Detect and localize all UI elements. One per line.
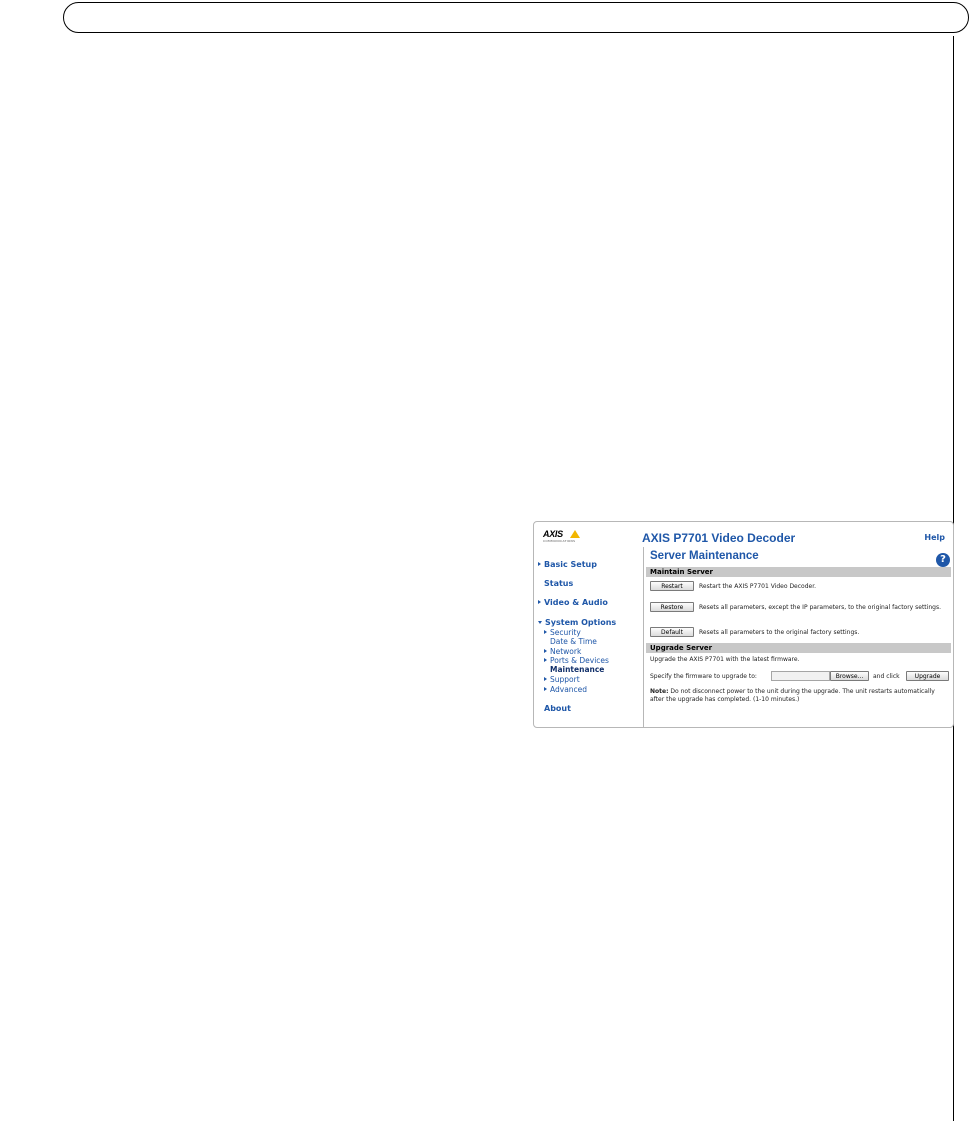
main-content: Server Maintenance ? Maintain Server Res… xyxy=(645,547,953,727)
and-click-label: and click xyxy=(873,673,900,680)
arrow-right-icon xyxy=(538,562,541,566)
arrow-right-icon xyxy=(538,600,541,604)
arrow-right-icon xyxy=(544,677,547,681)
default-description: Resets all parameters to the original fa… xyxy=(699,629,860,636)
upgrade-intro: Upgrade the AXIS P7701 with the latest f… xyxy=(650,656,800,663)
firmware-file-input[interactable] xyxy=(771,671,830,681)
logo-text: AXIS xyxy=(543,529,563,539)
page-header-bar xyxy=(63,2,969,33)
restart-description: Restart the AXIS P7701 Video Decoder. xyxy=(699,583,817,590)
sidebar-subitem-advanced[interactable]: Advanced xyxy=(544,685,587,694)
specify-firmware-label: Specify the firmware to upgrade to: xyxy=(650,673,757,680)
arrow-right-icon xyxy=(544,658,547,662)
browse-button[interactable]: Browse... xyxy=(830,671,869,681)
sidebar-item-about[interactable]: About xyxy=(544,704,571,713)
sidebar-subitem-support[interactable]: Support xyxy=(544,675,580,684)
arrow-right-icon xyxy=(544,630,547,634)
sidebar-subitem-ports-devices[interactable]: Ports & Devices xyxy=(544,656,609,665)
interface-header: AXIS COMMUNICATIONS AXIS P7701 Video Dec… xyxy=(534,522,953,547)
sidebar-item-status[interactable]: Status xyxy=(544,579,573,588)
sidebar-subitem-maintenance[interactable]: Maintenance xyxy=(550,665,604,674)
note-label: Note: xyxy=(650,688,669,695)
sidebar-item-system-options[interactable]: System Options xyxy=(538,618,616,627)
arrow-right-icon xyxy=(544,687,547,691)
note-text: Do not disconnect power to the unit duri… xyxy=(650,688,935,703)
sidebar-subitem-network[interactable]: Network xyxy=(544,647,581,656)
decoder-web-interface: AXIS COMMUNICATIONS AXIS P7701 Video Dec… xyxy=(533,521,954,728)
help-question-icon[interactable]: ? xyxy=(936,553,950,567)
arrow-down-icon xyxy=(538,621,542,624)
arrow-right-icon xyxy=(544,649,547,653)
app-title: AXIS P7701 Video Decoder xyxy=(642,531,796,545)
default-button[interactable]: Default xyxy=(650,627,694,637)
logo-triangle-icon xyxy=(570,530,580,538)
upgrade-note: Note: Do not disconnect power to the uni… xyxy=(650,688,950,703)
sidebar-subitem-security[interactable]: Security xyxy=(544,628,581,637)
page-title: Server Maintenance xyxy=(650,550,759,562)
sidebar-item-basic-setup[interactable]: Basic Setup xyxy=(538,560,597,569)
maintain-server-header: Maintain Server xyxy=(646,567,951,577)
restore-description: Resets all parameters, except the IP par… xyxy=(699,604,941,611)
logo-subtext: COMMUNICATIONS xyxy=(543,539,576,543)
upgrade-server-header: Upgrade Server xyxy=(646,643,951,653)
restart-button[interactable]: Restart xyxy=(650,581,694,591)
sidebar-item-video-audio[interactable]: Video & Audio xyxy=(538,598,608,607)
sidebar-subitem-date-time[interactable]: Date & Time xyxy=(550,637,597,646)
upgrade-button[interactable]: Upgrade xyxy=(906,671,949,681)
help-link[interactable]: Help xyxy=(924,533,945,542)
sidebar-nav: Basic Setup Status Video & Audio System … xyxy=(534,547,644,727)
